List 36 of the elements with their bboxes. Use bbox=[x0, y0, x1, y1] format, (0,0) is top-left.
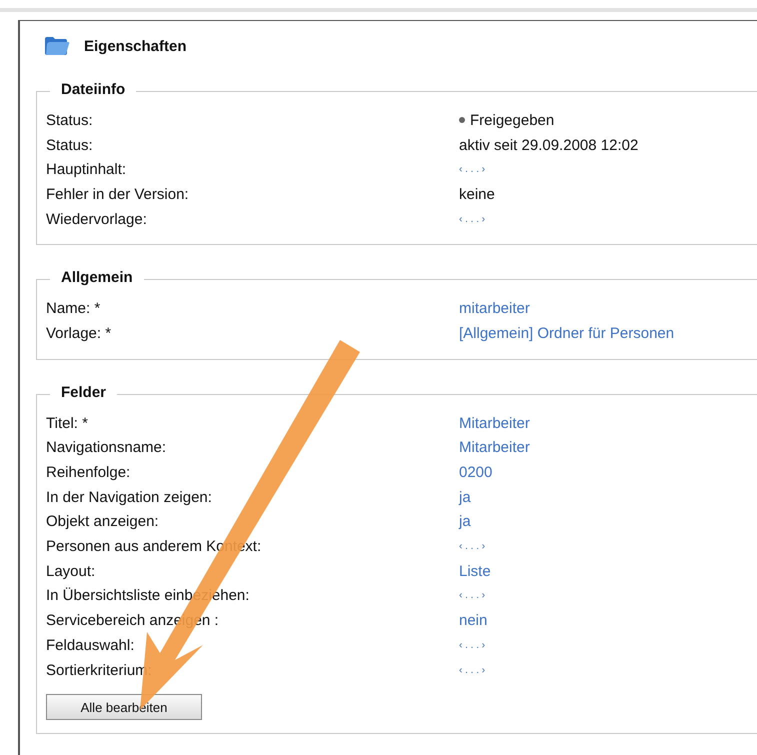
field-link[interactable]: Mitarbeiter bbox=[459, 414, 530, 432]
field-label: Reihenfolge: bbox=[46, 464, 132, 482]
empty-link[interactable]: ‹ . . . › bbox=[459, 541, 486, 552]
field-link[interactable]: Mitarbeiter bbox=[459, 439, 530, 456]
section-legend: Allgemein bbox=[50, 269, 144, 286]
folder-icon bbox=[44, 36, 70, 56]
empty-link[interactable]: ‹ . . . › bbox=[459, 590, 486, 602]
field-label: Name: * bbox=[46, 300, 102, 318]
empty-link[interactable]: ‹ . . . › bbox=[459, 640, 486, 651]
empty-link[interactable]: ‹ . . . › bbox=[459, 214, 486, 225]
field-link[interactable]: 0200 bbox=[459, 464, 492, 482]
field-value: aktiv seit 29.09.2008 12:02 bbox=[459, 136, 638, 154]
field-label: Feldauswahl: bbox=[46, 636, 136, 654]
field-value: keine bbox=[459, 186, 495, 203]
field-link[interactable]: mitarbeiter bbox=[459, 300, 530, 318]
field-label: Status: bbox=[46, 112, 94, 129]
field-link[interactable]: ja bbox=[459, 513, 471, 530]
panel-title: Eigenschaften bbox=[84, 38, 187, 54]
field-link[interactable]: nein bbox=[459, 612, 488, 630]
empty-link[interactable]: ‹ . . . › bbox=[459, 664, 486, 676]
field-label: Wiedervorlage: bbox=[46, 210, 148, 228]
edit-all-button[interactable]: Alle bearbeiten bbox=[46, 694, 202, 720]
status-value: Freigegeben bbox=[459, 112, 554, 129]
field-label: Layout: bbox=[46, 562, 96, 580]
field-label: Vorlage: * bbox=[46, 324, 112, 342]
field-label: Hauptinhalt: bbox=[46, 161, 128, 178]
field-label: Titel: * bbox=[46, 414, 89, 432]
empty-link[interactable]: ‹ . . . › bbox=[459, 164, 486, 176]
field-label: Navigationsname: bbox=[46, 439, 168, 456]
field-link[interactable]: ja bbox=[459, 488, 471, 506]
field-link[interactable]: Liste bbox=[459, 562, 491, 580]
field-label: Status: bbox=[46, 136, 94, 154]
field-label: Fehler in der Version: bbox=[46, 186, 190, 203]
field-label: In der Navigation zeigen: bbox=[46, 488, 213, 506]
field-label: Objekt anzeigen: bbox=[46, 513, 160, 530]
field-link[interactable]: [Allgemein] Ordner für Personen bbox=[459, 324, 674, 342]
